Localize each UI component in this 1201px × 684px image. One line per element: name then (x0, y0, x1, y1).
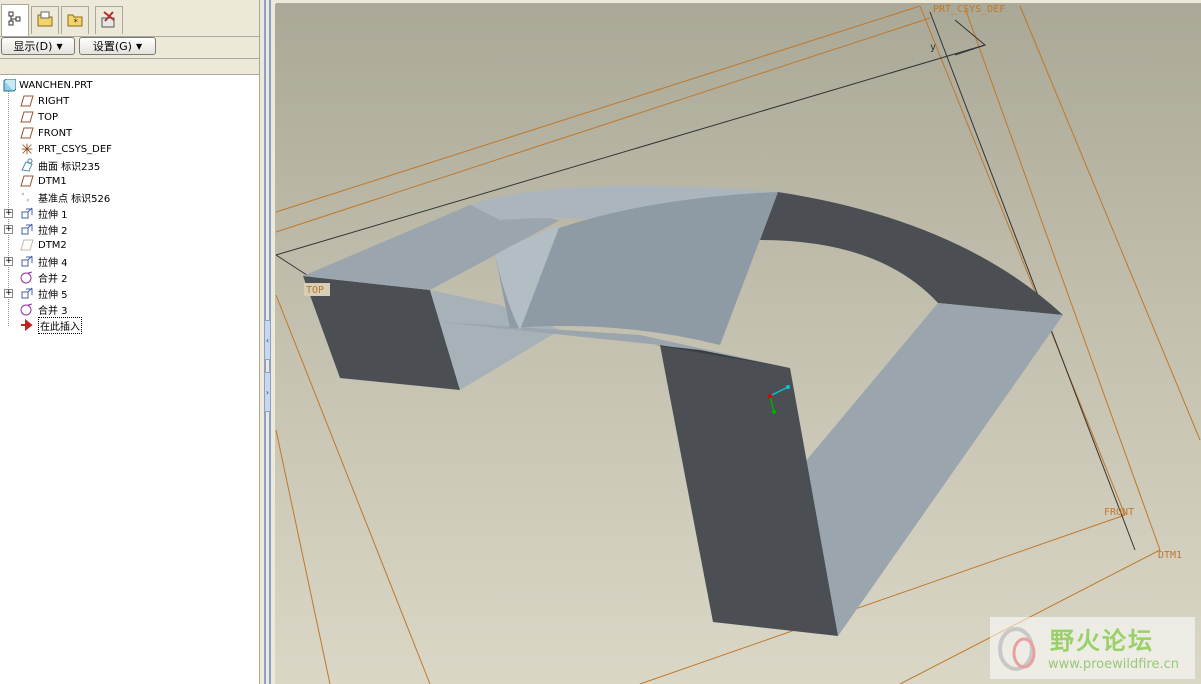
tree-item-label: TOP (38, 111, 59, 123)
tree-item-label: 曲面 标识235 (38, 161, 101, 173)
tree-item-label: FRONT (38, 127, 73, 139)
tree-item-label: 合并 2 (38, 273, 68, 285)
tree-item-dtm2[interactable]: DTM2 (0, 237, 250, 253)
datum-plane-edge (1019, 5, 1201, 441)
show-menu-label: 显示(D) (13, 40, 53, 53)
graphics-viewport[interactable]: PRT_CSYS_DEF y TOP FRONT DTM1 (275, 4, 1201, 684)
svg-text:*: * (73, 18, 78, 28)
expand-icon[interactable]: + (4, 288, 13, 298)
tree-root-label: WANCHEN.PRT (19, 79, 93, 91)
svg-text:×: × (26, 197, 30, 204)
expand-right-icon[interactable]: › (264, 372, 271, 412)
panel-splitter[interactable]: ‹ › (259, 0, 276, 684)
surface-icon (20, 158, 34, 172)
part-face-dark (760, 192, 1063, 315)
expand-icon[interactable]: + (4, 256, 13, 266)
collapse-left-icon[interactable]: ‹ (264, 320, 271, 360)
connections-tab[interactable] (95, 6, 123, 34)
tree-item-label: 拉伸 2 (38, 225, 68, 237)
tree-item-label: 拉伸 1 (38, 209, 68, 221)
navigator-menu-row: 显示(D) ▼ 设置(G) ▼ (0, 37, 262, 57)
datum-plane-icon (20, 110, 34, 124)
show-menu-button[interactable]: 显示(D) ▼ (1, 37, 75, 55)
forum-watermark: 野火论坛 www.proewildfire.cn (990, 617, 1195, 679)
part-icon (2, 78, 16, 92)
top-plane-label: TOP (306, 285, 324, 296)
tree-item-label: 合并 3 (38, 305, 68, 317)
extrude-icon (20, 222, 34, 236)
watermark-title: 野火论坛 (1050, 627, 1154, 655)
model-tree: WANCHEN.PRT RIGHT TOP FRONT PRT_CSYS_DEF… (0, 75, 260, 684)
folder-icon (36, 10, 54, 31)
tree-item-dtm1[interactable]: DTM1 (0, 173, 250, 189)
tree-item-label: DTM1 (38, 175, 67, 187)
tree-item-label: DTM2 (38, 239, 67, 251)
part-face-dark (660, 345, 838, 636)
merge-icon (20, 302, 34, 316)
tree-item-csys[interactable]: PRT_CSYS_DEF (0, 141, 250, 157)
front-plane-label: FRONT (1104, 507, 1134, 518)
tree-item-extrude-4[interactable]: + 拉伸 4 (0, 253, 250, 269)
tree-header-bar (0, 58, 259, 75)
datum-plane-edge (275, 5, 921, 213)
tree-item-merge-3[interactable]: 合并 3 (0, 301, 250, 317)
tree-item-label: 在此插入 (38, 316, 82, 334)
svg-text:×: × (21, 191, 25, 198)
datum-plane-icon (20, 126, 34, 140)
model-tree-tab[interactable] (1, 4, 29, 36)
tree-item-insert-here[interactable]: 在此插入 (0, 316, 250, 334)
navigator-tab-strip: * (0, 4, 262, 37)
extrude-icon (20, 254, 34, 268)
extrude-icon (20, 206, 34, 220)
tree-item-top[interactable]: TOP (0, 109, 250, 125)
dropdown-arrow-icon: ▼ (135, 41, 143, 51)
datum-plane-hidden-icon (20, 238, 34, 252)
expand-icon[interactable]: + (4, 208, 13, 218)
part-face-light (790, 303, 1063, 636)
settings-menu-label: 设置(G) (92, 40, 132, 53)
tools-icon (99, 9, 119, 32)
datum-point-icon: × × (20, 190, 34, 204)
model-tree-icon (7, 11, 23, 30)
insert-here-arrow-icon (20, 318, 34, 332)
tree-item-label: 拉伸 4 (38, 257, 68, 269)
tree-item-label: 拉伸 5 (38, 289, 68, 301)
extrude-icon (20, 286, 34, 300)
tree-item-extrude-1[interactable]: + 拉伸 1 (0, 205, 250, 221)
model-view-canvas: PRT_CSYS_DEF y TOP FRONT DTM1 (275, 4, 1201, 684)
datum-plane-icon (20, 94, 34, 108)
expand-icon[interactable]: + (4, 224, 13, 234)
tree-item-label: PRT_CSYS_DEF (38, 143, 112, 155)
csys-icon (20, 142, 34, 156)
watermark-url: www.proewildfire.cn (1048, 657, 1179, 672)
tree-item-datum-point[interactable]: × × 基准点 标识526 (0, 189, 250, 205)
watermark-logo-icon (998, 627, 1036, 671)
tree-item-merge-2[interactable]: 合并 2 (0, 269, 250, 285)
tree-item-extrude-5[interactable]: + 拉伸 5 (0, 285, 250, 301)
csys-label: PRT_CSYS_DEF (933, 4, 1005, 15)
tree-item-extrude-2[interactable]: + 拉伸 2 (0, 221, 250, 237)
merge-icon (20, 270, 34, 284)
tree-item-surface[interactable]: 曲面 标识235 (0, 157, 250, 173)
folder-browser-tab[interactable] (31, 6, 59, 34)
datum-plane-icon (20, 174, 34, 188)
dtm1-plane-label: DTM1 (1158, 550, 1182, 561)
navigator-panel: * 显示(D) ▼ 设置(G) ▼ WANCHEN.PRT RIGHT TOP … (0, 0, 262, 684)
tree-item-label: 基准点 标识526 (38, 193, 111, 205)
favorites-icon: * (66, 10, 84, 31)
tree-root[interactable]: WANCHEN.PRT (0, 77, 250, 93)
dropdown-arrow-icon: ▼ (56, 41, 63, 51)
tree-item-right[interactable]: RIGHT (0, 93, 250, 109)
datum-plane-edge (275, 429, 331, 684)
settings-menu-button[interactable]: 设置(G) ▼ (79, 37, 156, 55)
favorites-tab[interactable]: * (61, 6, 89, 34)
tree-item-front[interactable]: FRONT (0, 125, 250, 141)
tree-item-label: RIGHT (38, 95, 70, 107)
y-axis-label: y (930, 42, 936, 53)
